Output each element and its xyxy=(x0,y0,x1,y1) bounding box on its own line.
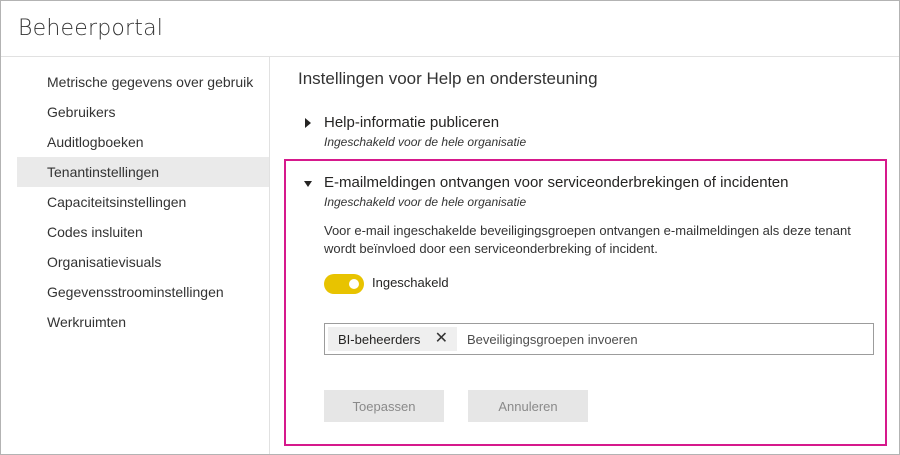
sidebar-item-usage-metrics[interactable]: Metrische gegevens over gebruik xyxy=(17,67,269,97)
setting-title[interactable]: Help-informatie publiceren xyxy=(324,114,499,131)
sidebar-item-audit-logs[interactable]: Auditlogboeken xyxy=(17,127,269,157)
sidebar-item-dataflow-settings[interactable]: Gegevensstroominstellingen xyxy=(17,277,269,307)
setting-description: Voor e-mail ingeschakelde beveiligingsgr… xyxy=(324,223,851,256)
group-chip: BI-beheerders ✕ xyxy=(328,327,457,351)
setting-status: Ingeschakeld voor de hele organisatie xyxy=(324,135,527,149)
enabled-toggle[interactable] xyxy=(324,274,364,294)
sidebar-item-tenant-settings[interactable]: Tenantinstellingen xyxy=(17,157,269,187)
sidebar-item-capacity-settings[interactable]: Capaciteitsinstellingen xyxy=(17,187,269,217)
cancel-button[interactable]: Annuleren xyxy=(468,390,588,422)
setting-title[interactable]: E-mailmeldingen ontvangen voor serviceon… xyxy=(324,174,788,191)
groups-input-placeholder[interactable]: Beveiligingsgroepen invoeren xyxy=(467,332,638,347)
security-groups-input[interactable]: BI-beheerders ✕ Beveiligingsgroepen invo… xyxy=(324,323,874,355)
toggle-label: Ingeschakeld xyxy=(372,275,449,290)
sidebar-item-users[interactable]: Gebruikers xyxy=(17,97,269,127)
page-title: Beheerportal xyxy=(18,16,164,41)
sidebar-item-organizational-visuals[interactable]: Organisatievisuals xyxy=(17,247,269,277)
sidebar-divider xyxy=(269,57,270,454)
sidebar-item-embed-codes[interactable]: Codes insluiten xyxy=(17,217,269,247)
apply-button[interactable]: Toepassen xyxy=(324,390,444,422)
remove-chip-icon[interactable]: ✕ xyxy=(435,330,448,348)
toggle-knob xyxy=(349,279,359,289)
collapse-caret-icon[interactable] xyxy=(304,181,312,187)
section-title: Instellingen voor Help en ondersteuning xyxy=(298,69,598,88)
setting-status: Ingeschakeld voor de hele organisatie xyxy=(324,195,527,209)
sidebar-nav: Metrische gegevens over gebruik Gebruike… xyxy=(17,67,269,337)
sidebar-item-workspaces[interactable]: Werkruimten xyxy=(17,307,269,337)
header-divider xyxy=(1,56,899,57)
expand-caret-icon[interactable] xyxy=(305,118,311,128)
group-chip-label: BI-beheerders xyxy=(338,331,421,347)
